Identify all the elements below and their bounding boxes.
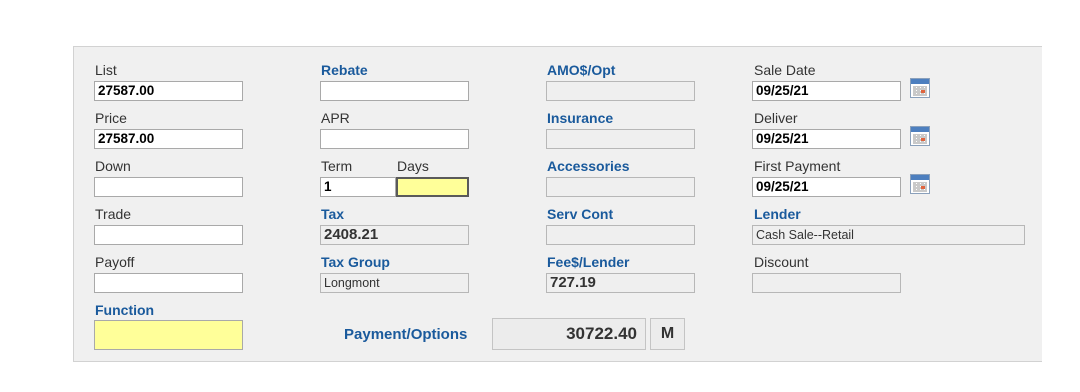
insurance-value	[546, 129, 695, 149]
amo-opt-label[interactable]: AMO$/Opt	[547, 62, 615, 78]
payoff-input[interactable]	[94, 273, 243, 293]
rebate-input[interactable]	[320, 81, 469, 101]
calendar-icon[interactable]	[910, 126, 930, 146]
payment-mode-button[interactable]: M	[650, 318, 685, 350]
trade-label: Trade	[95, 206, 132, 222]
insurance-label[interactable]: Insurance	[547, 110, 613, 126]
down-label: Down	[95, 158, 131, 174]
calendar-icon[interactable]	[910, 78, 930, 98]
function-input[interactable]	[94, 320, 243, 350]
tax-value: 2408.21	[320, 225, 469, 245]
fee-lender-value: 727.19	[546, 273, 695, 293]
term-input[interactable]: 1	[320, 177, 396, 197]
serv-cont-value	[546, 225, 695, 245]
lender-label[interactable]: Lender	[754, 206, 801, 222]
deliver-input[interactable]: 09/25/21	[752, 129, 901, 149]
calendar-icon[interactable]	[910, 174, 930, 194]
tax-group-label[interactable]: Tax Group	[321, 254, 390, 270]
price-label: Price	[95, 110, 127, 126]
list-label: List	[95, 62, 117, 78]
deliver-label: Deliver	[754, 110, 798, 126]
fee-lender-label[interactable]: Fee$/Lender	[547, 254, 629, 270]
function-label[interactable]: Function	[95, 302, 154, 318]
rebate-label[interactable]: Rebate	[321, 62, 368, 78]
apr-input[interactable]	[320, 129, 469, 149]
apr-label: APR	[321, 110, 350, 126]
tax-label[interactable]: Tax	[321, 206, 344, 222]
sale-date-label: Sale Date	[754, 62, 816, 78]
payoff-label: Payoff	[95, 254, 135, 270]
serv-cont-label[interactable]: Serv Cont	[547, 206, 613, 222]
accessories-label[interactable]: Accessories	[547, 158, 630, 174]
sale-date-input[interactable]: 09/25/21	[752, 81, 901, 101]
payment-options-link[interactable]: Payment/Options	[344, 326, 467, 343]
first-payment-label: First Payment	[754, 158, 841, 174]
discount-label: Discount	[754, 254, 809, 270]
down-input[interactable]	[94, 177, 243, 197]
accessories-value	[546, 177, 695, 197]
price-input[interactable]: 27587.00	[94, 129, 243, 149]
discount-value	[752, 273, 901, 293]
list-input[interactable]: 27587.00	[94, 81, 243, 101]
lender-value: Cash Sale--Retail	[752, 225, 1025, 245]
trade-input[interactable]	[94, 225, 243, 245]
first-payment-input[interactable]: 09/25/21	[752, 177, 901, 197]
days-input[interactable]	[396, 177, 469, 197]
amo-opt-value	[546, 81, 695, 101]
payment-total: 30722.40	[492, 318, 646, 350]
days-label: Days	[397, 158, 429, 174]
term-label: Term	[321, 158, 353, 174]
tax-group-value: Longmont	[320, 273, 469, 293]
